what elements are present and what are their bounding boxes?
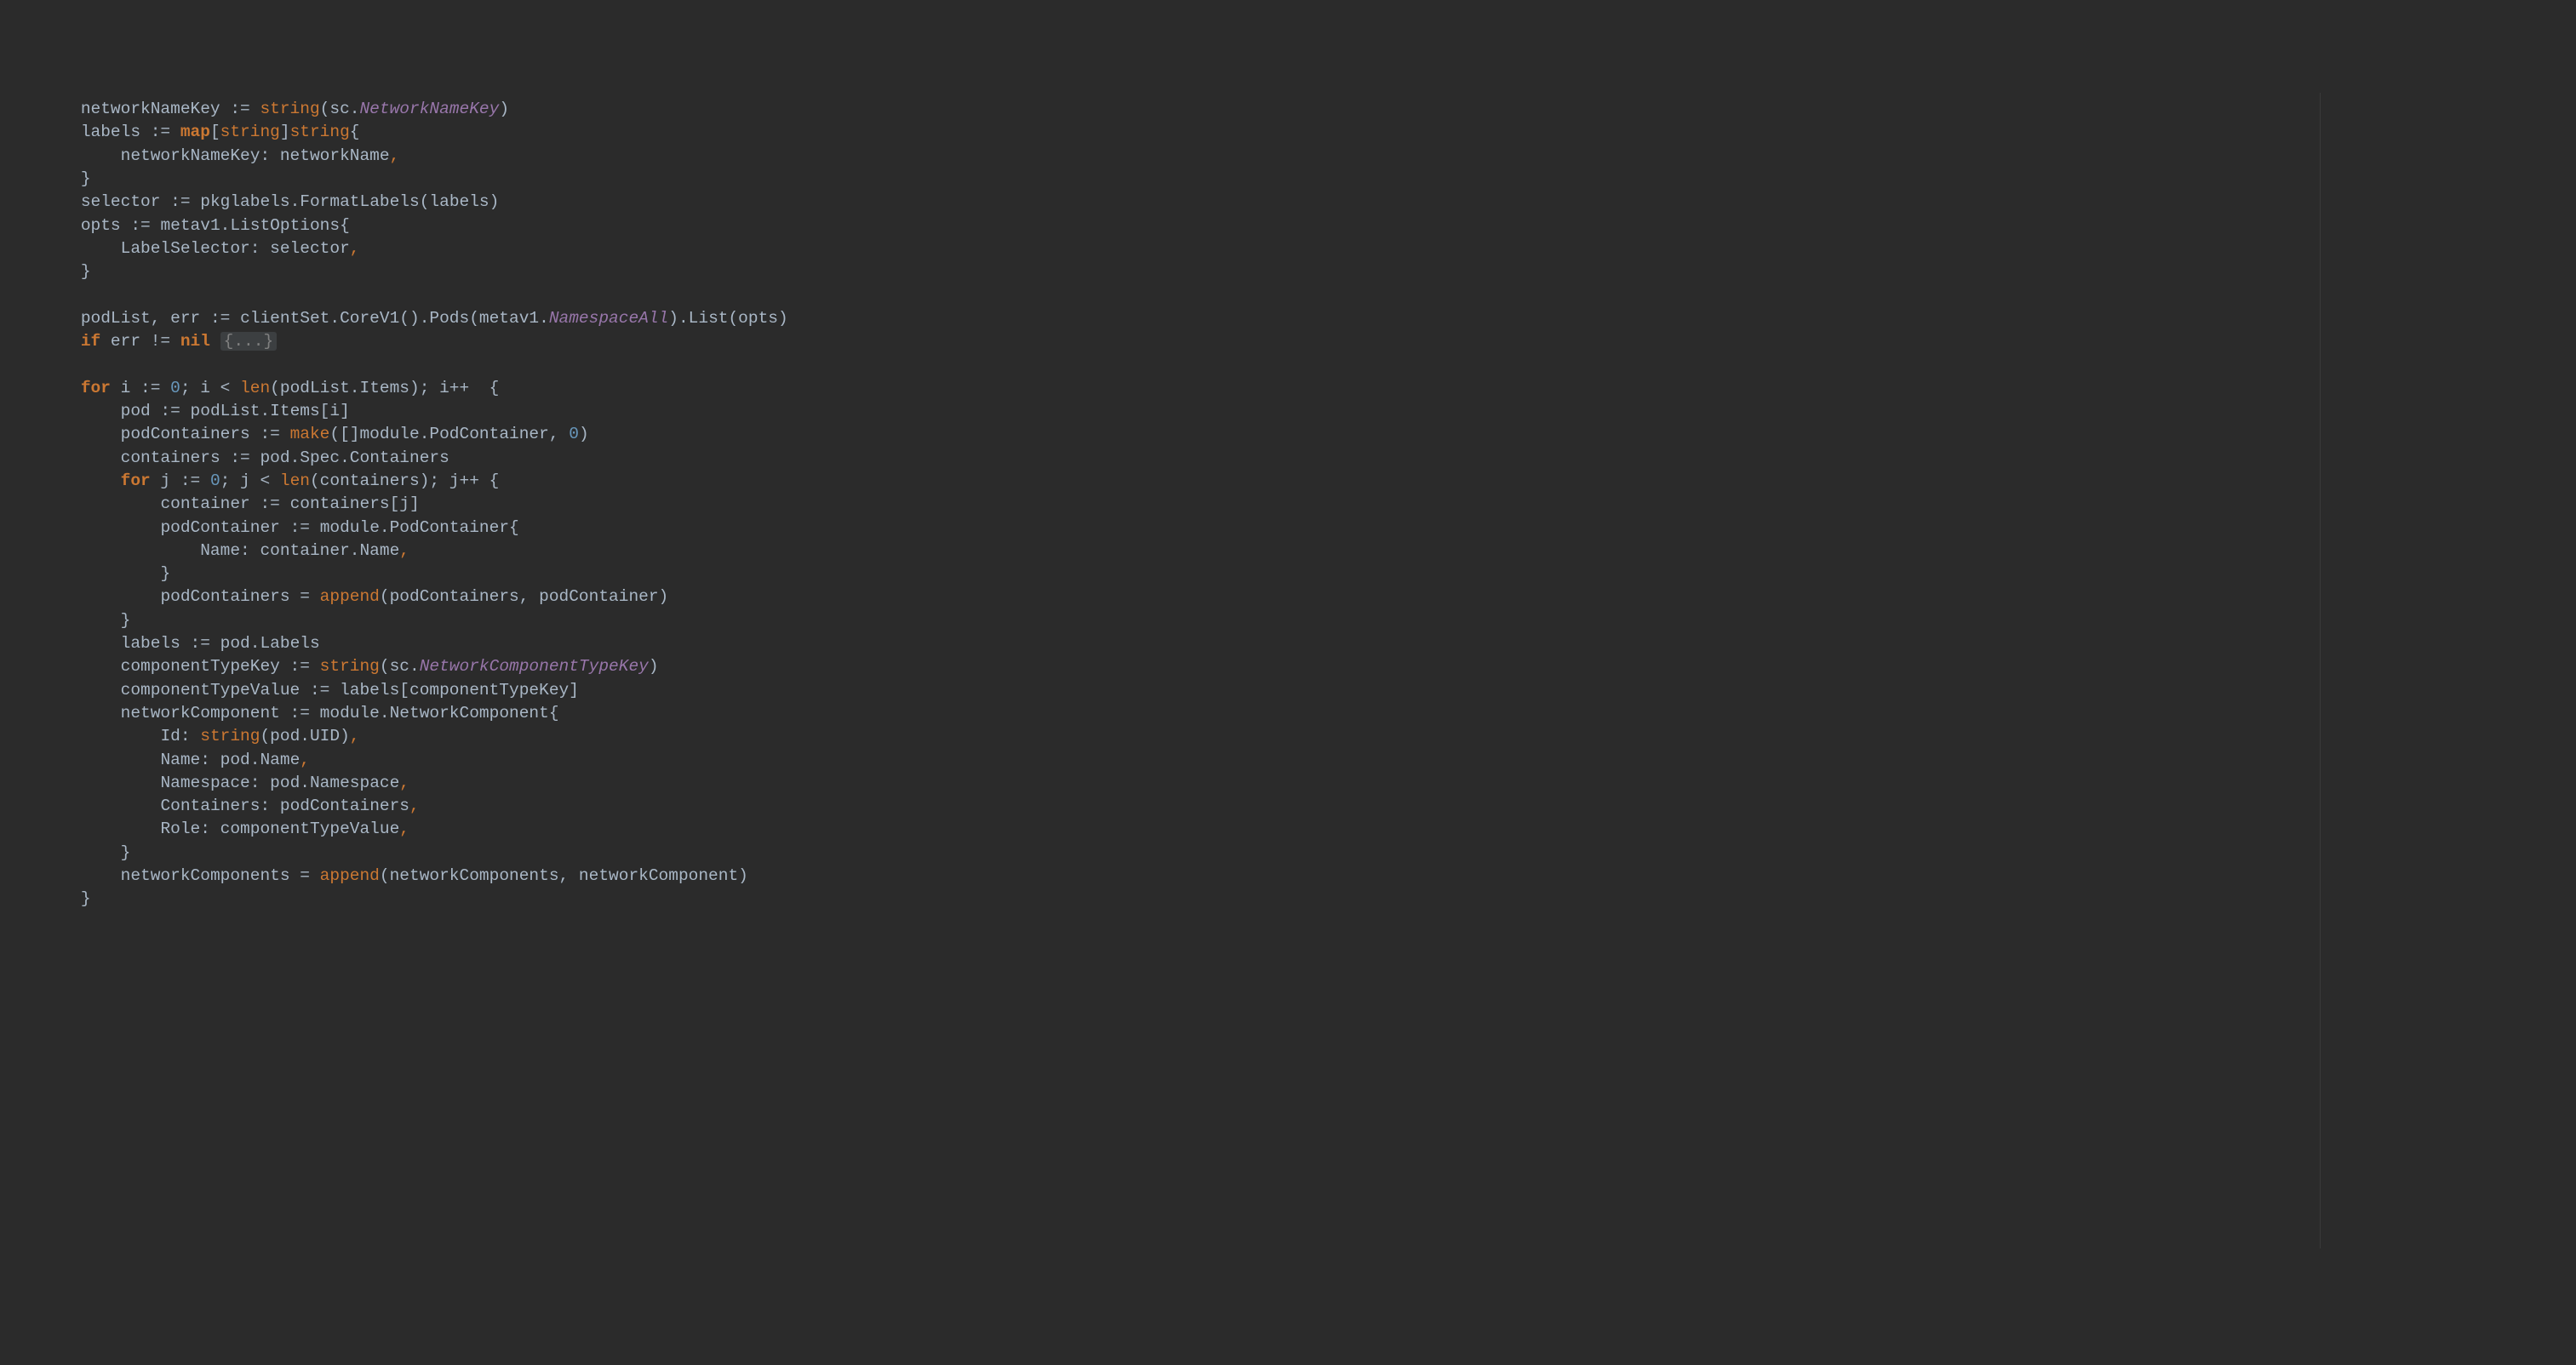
code-line: podList, err := clientSet.CoreV1().Pods(…	[41, 309, 788, 328]
code-line: for i := 0; i < len(podList.Items); i++ …	[41, 379, 499, 397]
gutter	[0, 93, 9, 1248]
code-editor[interactable]: networkNameKey := string(sc.NetworkNameK…	[0, 93, 2576, 1248]
code-line: networkNameKey := string(sc.NetworkNameK…	[41, 100, 509, 118]
code-line: podContainers = append(podContainers, po…	[41, 587, 668, 606]
code-line: }	[41, 262, 91, 281]
code-area[interactable]: networkNameKey := string(sc.NetworkNameK…	[9, 93, 2576, 1248]
fold-marker[interactable]: {...}	[220, 332, 278, 351]
code-line: componentTypeValue := labels[componentTy…	[41, 681, 579, 700]
right-margin-divider	[2320, 93, 2321, 1248]
code-line: opts := metav1.ListOptions{	[41, 216, 350, 235]
code-line: networkNameKey: networkName,	[41, 146, 399, 165]
code-line: }	[41, 889, 91, 908]
code-line: selector := pkglabels.FormatLabels(label…	[41, 192, 499, 211]
code-line: }	[41, 843, 130, 862]
code-line: for j := 0; j < len(containers); j++ {	[41, 471, 499, 490]
code-line: pod := podList.Items[i]	[41, 402, 350, 420]
code-line: Name: container.Name,	[41, 541, 409, 560]
code-line: networkComponents = append(networkCompon…	[41, 866, 748, 885]
code-line: }	[41, 611, 130, 630]
code-line: Name: pod.Name,	[41, 751, 310, 769]
code-line: }	[41, 564, 170, 583]
code-line: }	[41, 169, 91, 188]
code-line: LabelSelector: selector,	[41, 239, 359, 258]
code-line: labels := map[string]string{	[41, 123, 360, 141]
code-line: if err != nil {...}	[41, 332, 277, 351]
code-line: networkComponent := module.NetworkCompon…	[41, 704, 559, 722]
code-line: podContainers := make([]module.PodContai…	[41, 425, 589, 443]
code-line: labels := pod.Labels	[41, 634, 320, 653]
code-line: Namespace: pod.Namespace,	[41, 774, 409, 792]
code-line: Id: string(pod.UID),	[41, 727, 360, 745]
code-line: Containers: podContainers,	[41, 797, 420, 815]
code-line: podContainer := module.PodContainer{	[41, 518, 519, 537]
code-line: Role: componentTypeValue,	[41, 820, 409, 838]
code-line: containers := pod.Spec.Containers	[41, 448, 449, 467]
code-line: componentTypeKey := string(sc.NetworkCom…	[41, 657, 659, 676]
code-line: container := containers[j]	[41, 494, 420, 513]
